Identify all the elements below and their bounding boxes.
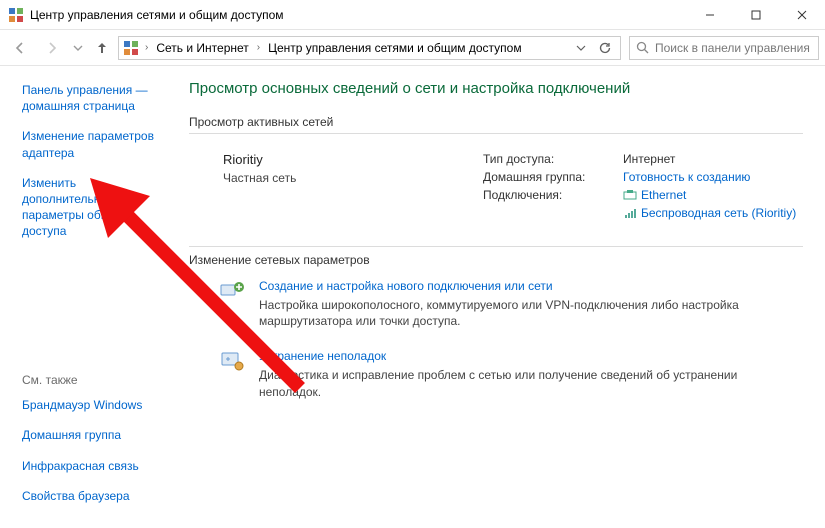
chevron-right-icon: › [255,42,262,53]
history-dropdown[interactable] [70,34,86,62]
new-connection-icon [219,279,247,303]
troubleshoot-icon [219,349,247,373]
active-network-row: Rioritiy Частная сеть Тип доступа: Интер… [189,138,803,238]
breadcrumb-seg-network[interactable]: Сеть и Интернет [154,41,250,55]
sidebar-sharing-link[interactable]: Изменить дополнительные параметры общего… [22,175,167,240]
window-title: Центр управления сетями и общим доступом [30,8,284,22]
app-icon [8,7,24,23]
address-dropdown-button[interactable] [570,37,592,59]
network-type: Частная сеть [223,171,473,185]
sidebar-home-link[interactable]: Панель управления — домашняя страница [22,82,167,114]
connections-key: Подключения: [483,188,623,202]
see-also-infrared[interactable]: Инфракрасная связь [22,458,167,474]
content-area: Просмотр основных сведений о сети и наст… [181,66,825,528]
ethernet-icon [623,189,637,201]
action-new-connection: Создание и настройка нового подключения … [219,279,803,329]
connection-wifi-link[interactable]: Беспроводная сеть (Rioritiy) [641,206,796,220]
address-bar[interactable]: › Сеть и Интернет › Центр управления сет… [118,36,621,60]
refresh-button[interactable] [594,37,616,59]
control-panel-icon [123,40,139,56]
chevron-right-icon: › [143,42,150,53]
search-input[interactable]: Поиск в панели управления [629,36,819,60]
settings-heading: Изменение сетевых параметров [189,251,803,267]
see-also-internet-options[interactable]: Свойства браузера [22,488,167,504]
action-troubleshoot-desc: Диагностика и исправление проблем с сеть… [259,367,779,399]
close-button[interactable] [779,0,825,30]
connection-ethernet-link[interactable]: Ethernet [641,188,686,202]
network-name: Rioritiy [223,152,473,167]
titlebar: Центр управления сетями и общим доступом [0,0,825,30]
homegroup-key: Домашняя группа: [483,170,623,184]
minimize-button[interactable] [687,0,733,30]
access-type-value: Интернет [623,152,803,166]
action-new-connection-link[interactable]: Создание и настройка нового подключения … [259,279,779,293]
page-title: Просмотр основных сведений о сети и наст… [189,80,803,97]
back-button[interactable] [6,34,34,62]
action-troubleshoot: Устранение неполадок Диагностика и испра… [219,349,803,399]
breadcrumb-seg-sharing-center[interactable]: Центр управления сетями и общим доступом [266,41,524,55]
sidebar-adapter-link[interactable]: Изменение параметров адаптера [22,128,167,160]
homegroup-link[interactable]: Готовность к созданию [623,170,750,184]
action-troubleshoot-link[interactable]: Устранение неполадок [259,349,779,363]
see-also-firewall[interactable]: Брандмауэр Windows [22,397,167,413]
see-also-heading: См. также [22,373,167,387]
forward-button[interactable] [38,34,66,62]
search-icon [636,41,649,54]
active-networks-label: Просмотр активных сетей [189,115,803,134]
sidebar: Панель управления — домашняя страница Из… [0,66,181,528]
action-new-connection-desc: Настройка широкополосного, коммутируемог… [259,297,779,329]
maximize-button[interactable] [733,0,779,30]
navbar: › Сеть и Интернет › Центр управления сет… [0,30,825,66]
access-type-key: Тип доступа: [483,152,623,166]
up-button[interactable] [90,34,114,62]
search-placeholder: Поиск в панели управления [655,41,810,55]
wifi-icon [623,207,637,219]
see-also-homegroup[interactable]: Домашняя группа [22,427,167,443]
